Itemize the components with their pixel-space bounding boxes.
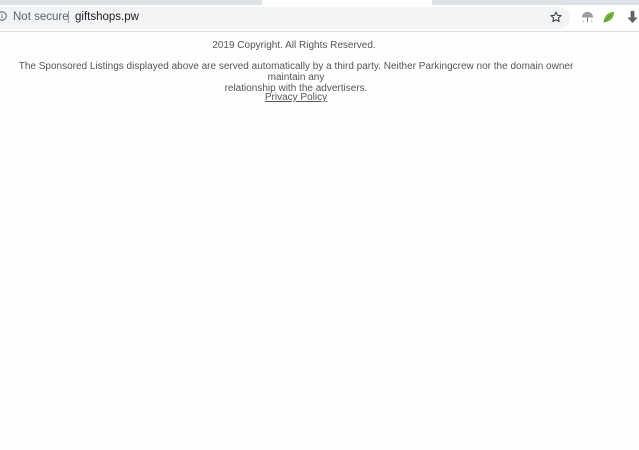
privacy-policy-link[interactable]: Privacy Policy bbox=[265, 92, 327, 103]
leaf-extension-icon[interactable] bbox=[601, 10, 616, 25]
copyright-text: 2019 Copyright. All Rights Reserved. bbox=[212, 40, 376, 51]
weather-extension-icon[interactable] bbox=[580, 10, 595, 25]
url-text[interactable]: giftshops.pw bbox=[75, 10, 139, 24]
bookmark-star-icon[interactable] bbox=[549, 10, 563, 24]
browser-toolbar: Not secure giftshops.pw bbox=[0, 5, 639, 32]
privacy-policy-container: Privacy Policy bbox=[0, 92, 592, 104]
disclaimer-text: The Sponsored Listings displayed above a… bbox=[0, 61, 592, 94]
page-content: 2019 Copyright. All Rights Reserved. The… bbox=[0, 32, 639, 450]
security-status[interactable]: Not secure bbox=[13, 10, 69, 24]
disclaimer-line: The Sponsored Listings displayed above a… bbox=[18, 61, 574, 83]
download-extension-icon[interactable] bbox=[625, 10, 639, 25]
url-divider bbox=[68, 11, 69, 23]
info-icon[interactable] bbox=[0, 11, 7, 21]
